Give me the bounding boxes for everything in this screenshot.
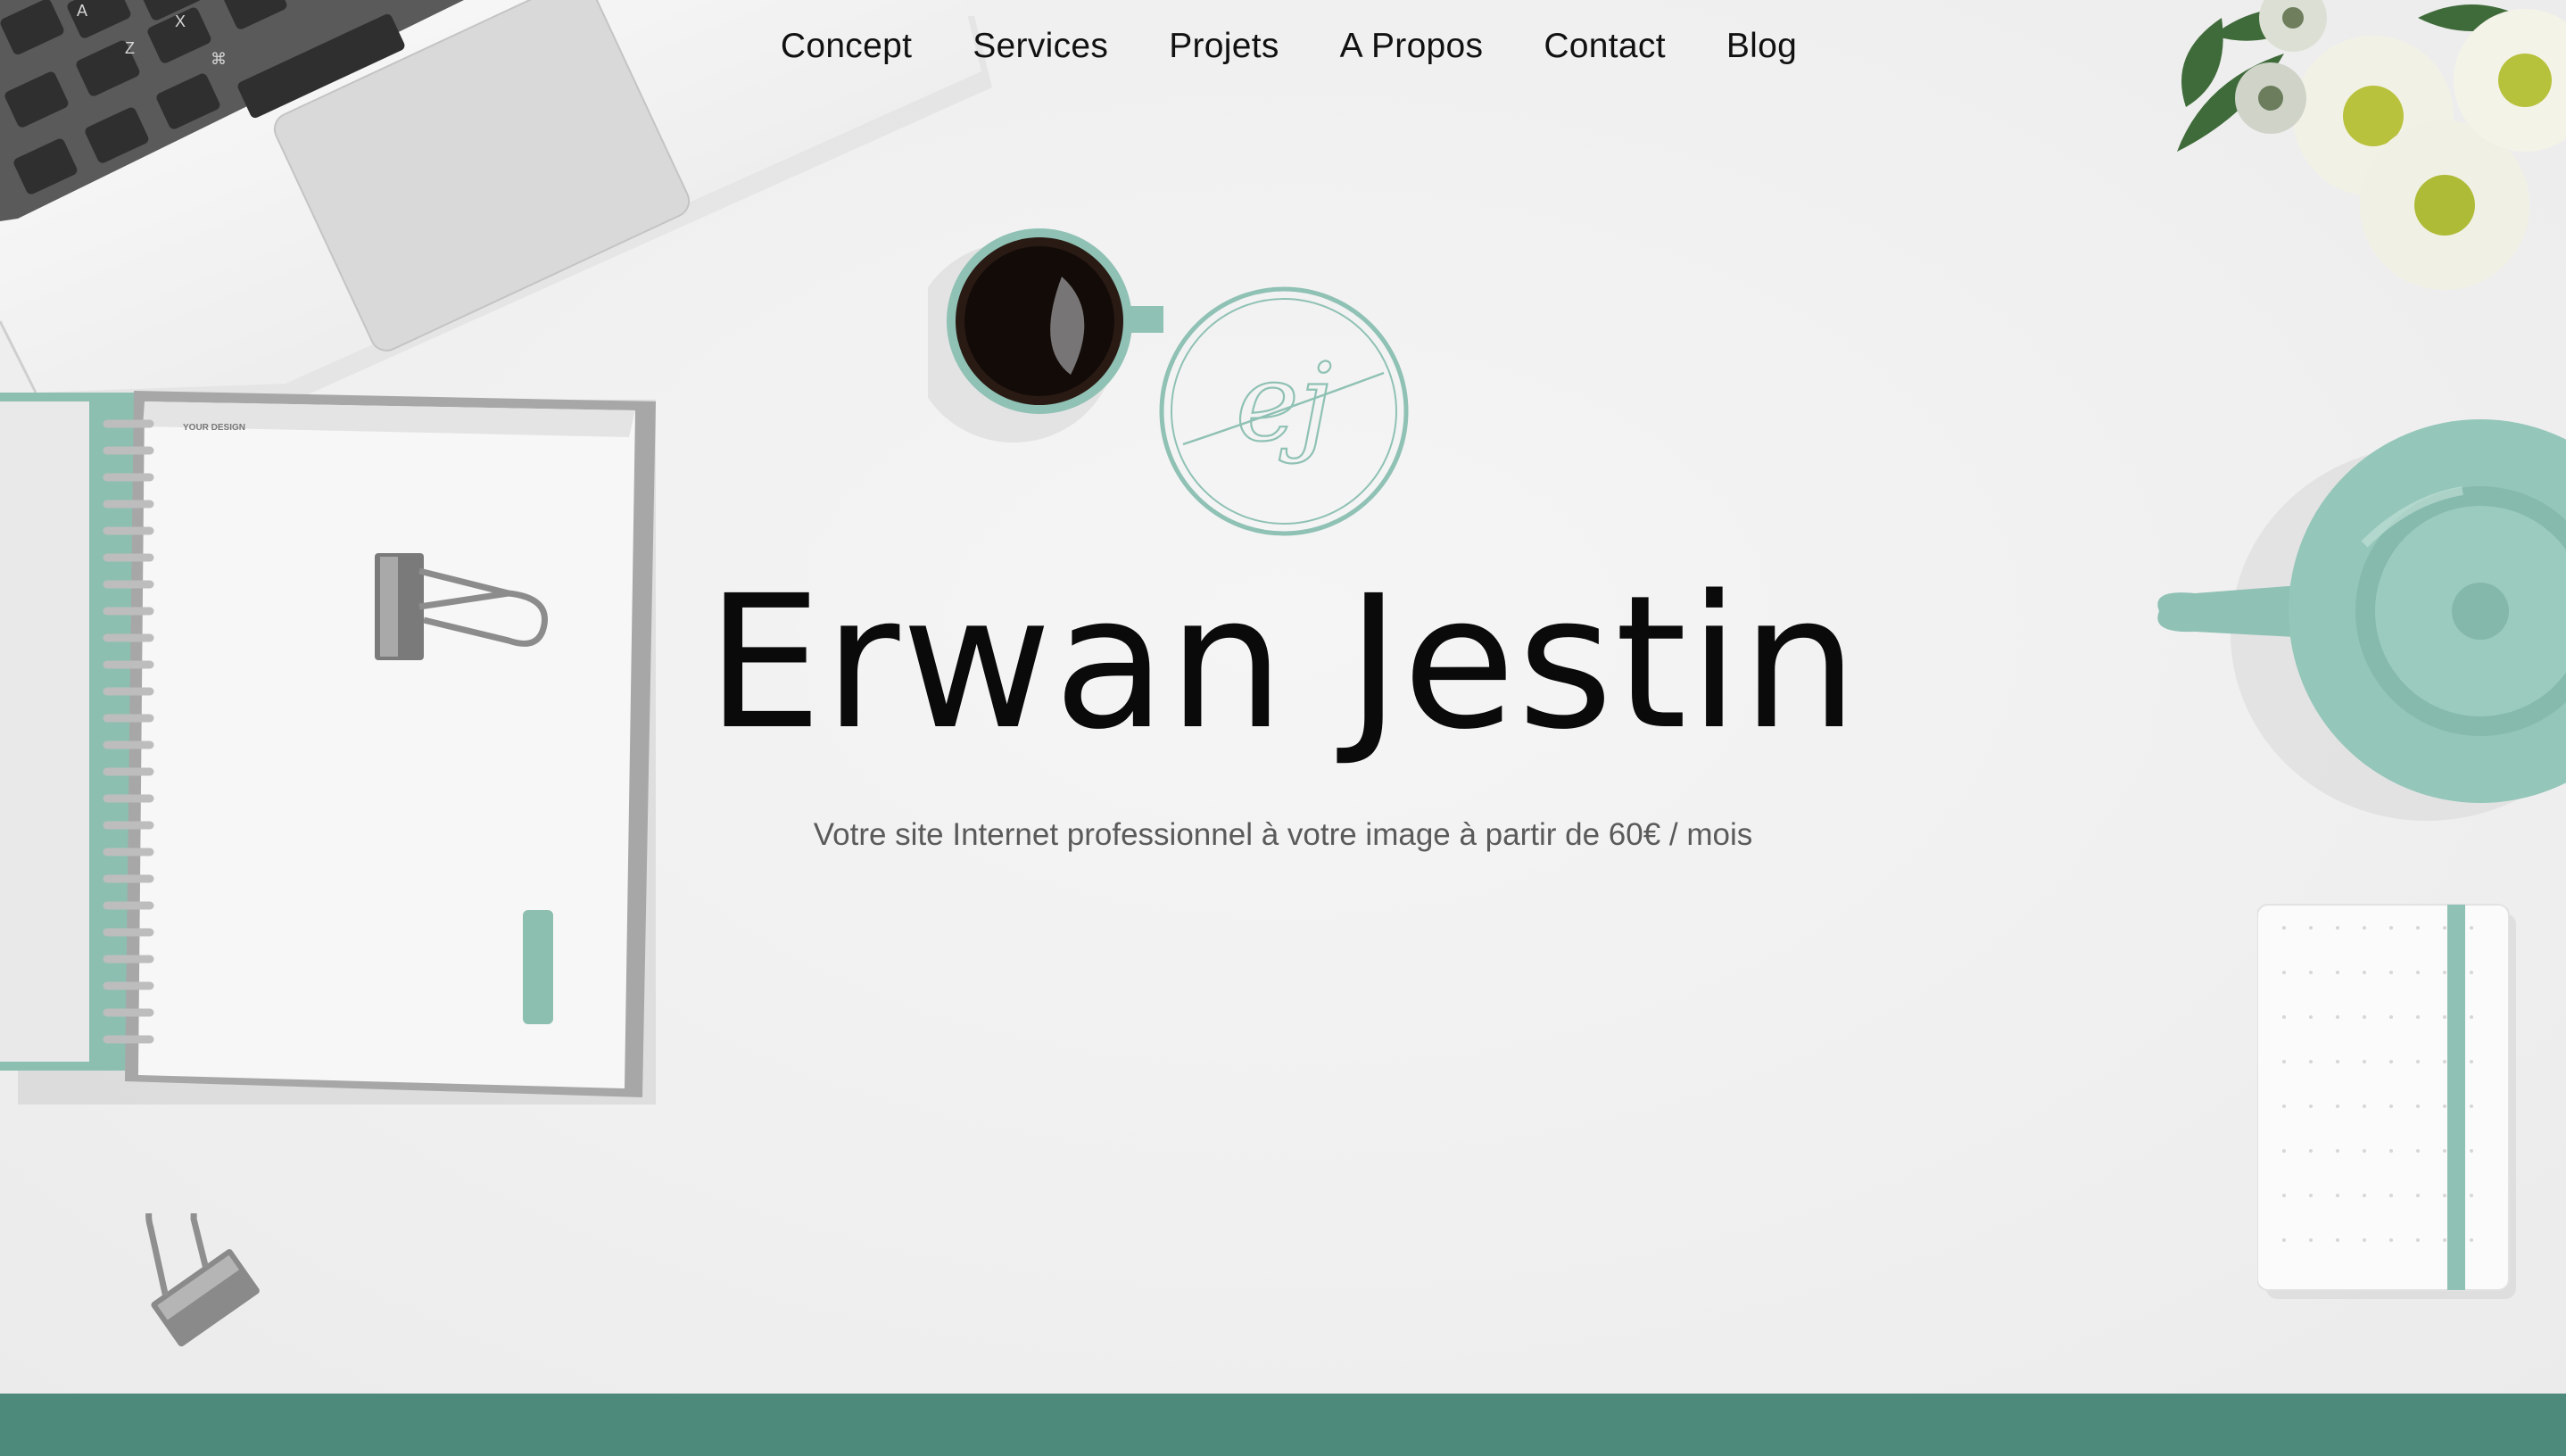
nav-item-contact[interactable]: Contact (1544, 27, 1666, 66)
small-notebook-image (2257, 904, 2516, 1299)
coffee-cup-image (928, 228, 1163, 443)
nav-item-a-propos[interactable]: A Propos (1340, 27, 1484, 66)
hero-section: A Z X ⌘ YOUR DESIGN ej Concept Services … (0, 0, 2566, 1394)
main-nav: Concept Services Projets A Propos Contac… (0, 27, 2566, 66)
monogram-logo: ej (1159, 286, 1409, 536)
nav-item-concept[interactable]: Concept (781, 27, 912, 66)
footer-accent-bar (0, 1394, 2566, 1456)
nav-item-services[interactable]: Services (973, 27, 1108, 66)
key-label-a: A (77, 2, 87, 20)
binder-clip-image (145, 1213, 260, 1347)
hero-subtitle: Votre site Internet professionnel à votr… (813, 817, 1753, 852)
nav-item-blog[interactable]: Blog (1726, 27, 1797, 66)
logo-text: ej (1236, 342, 1332, 466)
nav-item-projets[interactable]: Projets (1169, 27, 1279, 66)
notebook-label: YOUR DESIGN (183, 423, 245, 433)
hero-title: Erwan Jestin (706, 556, 1860, 770)
